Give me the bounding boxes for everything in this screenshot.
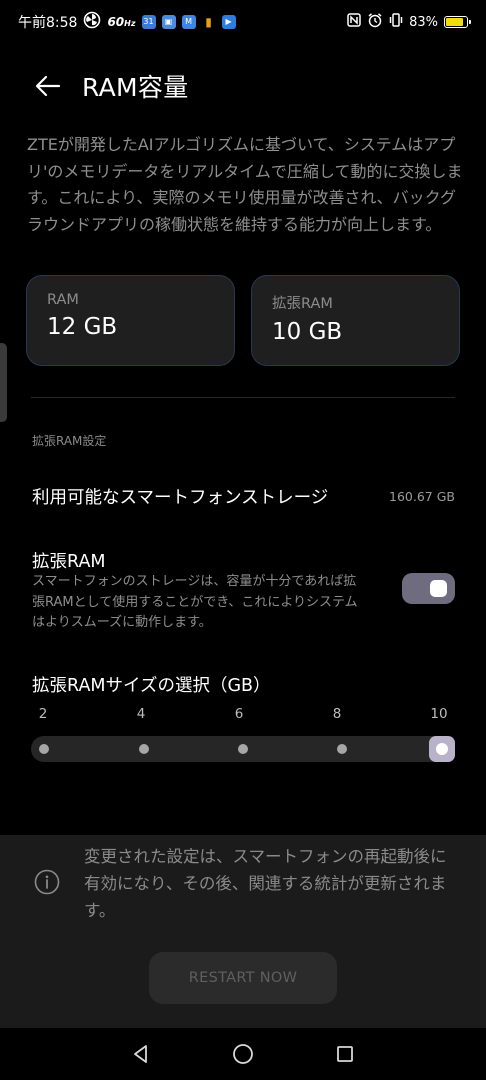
fan-icon: [83, 11, 101, 33]
restart-now-button[interactable]: RESTART NOW: [149, 952, 337, 1004]
ram-card: RAM 12 GB: [26, 275, 235, 366]
extended-ram-description: スマートフォンのストレージは、容量が十分であれば拡張RAMとして使用することがで…: [32, 574, 358, 630]
restart-notice-panel: 変更された設定は、スマートフォンの再起動後に有効になり、その後、関連する統計が更…: [0, 835, 486, 1028]
info-icon: [34, 869, 60, 895]
ram-card-label: RAM: [47, 292, 79, 308]
back-button[interactable]: [22, 60, 74, 112]
vibrate-icon: [389, 12, 403, 32]
app-header: RAM容量: [0, 60, 486, 112]
square-recents-icon: [337, 1046, 353, 1062]
contacts-app-icon: ▣: [161, 15, 176, 29]
slider-thumb-knob: [436, 743, 448, 755]
size-option-label: 6: [234, 706, 244, 722]
refresh-rate-indicator: 60 Hz: [107, 15, 135, 29]
nfc-icon: [347, 13, 361, 31]
section-label: 拡張RAM設定: [32, 434, 107, 448]
slider-thumb[interactable]: [429, 736, 455, 762]
size-option-label: 10: [430, 706, 448, 722]
size-option-label: 2: [38, 706, 48, 722]
triangle-back-icon: [134, 1045, 147, 1063]
system-navigation-bar: [0, 1028, 486, 1080]
arrow-left-icon: [35, 75, 61, 97]
calendar-app-icon: 31: [141, 15, 156, 29]
nav-back-button[interactable]: [121, 1034, 161, 1074]
refresh-rate-unit: Hz: [124, 19, 136, 28]
status-bar-right: 83%: [347, 12, 471, 32]
available-storage-title: 利用可能なスマートフォンストレージ: [32, 487, 329, 508]
available-storage-row: 利用可能なスマートフォンストレージ 160.67 GB: [32, 480, 455, 512]
play-store-icon: ▶: [221, 15, 236, 29]
slider-step-dot[interactable]: [337, 744, 347, 754]
extended-ram-card-value: 10 GB: [272, 319, 343, 345]
status-bar: 午前8:58 60 Hz 31 ▣ M ▮ ▶ 83%: [0, 0, 486, 44]
page-title: RAM容量: [82, 73, 189, 102]
size-option-label: 4: [136, 706, 146, 722]
edge-panel-handle[interactable]: [0, 343, 7, 422]
status-bar-left: 午前8:58 60 Hz 31 ▣ M ▮ ▶: [18, 11, 236, 33]
alarm-icon: [367, 12, 383, 32]
refresh-rate-value: 60: [107, 15, 125, 29]
ram-card-value: 12 GB: [47, 314, 118, 340]
extended-ram-card-label: 拡張RAM: [272, 296, 333, 312]
available-storage-value: 160.67 GB: [389, 488, 455, 504]
extended-ram-card: 拡張RAM 10 GB: [251, 275, 460, 366]
battery-percent: 83%: [409, 14, 438, 30]
section-divider: [31, 397, 455, 398]
toggle-knob: [430, 580, 447, 597]
restart-notice-text: 変更された設定は、スマートフォンの再起動後に有効になり、その後、関連する統計が更…: [84, 847, 447, 920]
extended-ram-toggle[interactable]: [402, 573, 455, 604]
slider-step-dot[interactable]: [238, 744, 248, 754]
status-time: 午前8:58: [18, 15, 78, 31]
size-option-label: 8: [332, 706, 342, 722]
nav-recents-button[interactable]: [325, 1034, 365, 1074]
extended-ram-title: 拡張RAM: [32, 552, 106, 572]
battery-saver-icon: ▮: [205, 15, 212, 29]
circle-home-icon: [233, 1044, 253, 1064]
size-slider[interactable]: [31, 736, 455, 762]
slider-step-dot[interactable]: [39, 744, 49, 754]
battery-icon: [444, 16, 471, 28]
size-selection-title: 拡張RAMサイズの選択（GB）: [32, 676, 271, 696]
nav-home-button[interactable]: [223, 1034, 263, 1074]
gmail-app-icon: M: [181, 15, 196, 29]
slider-step-dot[interactable]: [139, 744, 149, 754]
feature-description: ZTEが開発したAIアルゴリズムに基づいて、システムはアプリ'のメモリデータをリ…: [27, 135, 463, 234]
